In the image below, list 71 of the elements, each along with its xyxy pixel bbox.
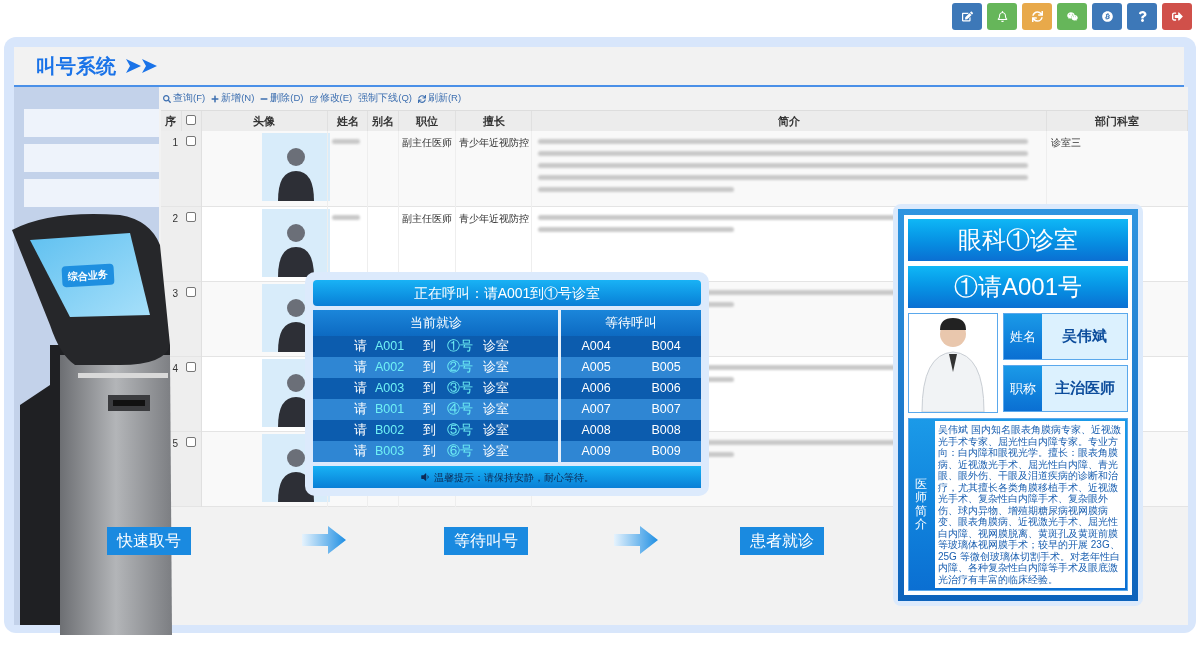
field-label: 姓名 — [1004, 314, 1042, 359]
step-label: 快速取号 — [107, 527, 191, 555]
row-number: 1 — [161, 131, 182, 206]
blurred-text-drawing — [332, 214, 360, 220]
doctor-intro: 吴伟斌 国内知名眼表角膜病专家、近视激光手术专家、屈光性白内障专家。专业方向：白内障和眼视光学。擅长：眼表角膜病、近视激光手术、屈光性白内障、青光眼、眼外伤、干眼及泪道疾病的诊断和治疗，尤其擅长各类角膜移植手术、近视激光手术、复杂性白内障手术、复杂眼外伤、球内异物、增殖期糖尿病视网膜病变、眼表角膜病、近视激光手术、屈光性白内障、视网膜脱离、黄斑孔及黄斑前膜等玻璃体视网膜手术；较早的开展 23G、25G 等微创玻璃体切割手术。对老年性白内障、各种复杂性白内障等手术及眼底激光治疗有丰富的临床经验。 — [935, 421, 1125, 588]
checkbox[interactable] — [186, 361, 196, 372]
checkbox[interactable] — [186, 136, 196, 146]
table-cell: 副主任医师 — [401, 212, 452, 224]
toolbar-button[interactable]: 查询(F) — [163, 91, 206, 106]
row-number: 2 — [161, 206, 182, 281]
edit-icon — [961, 11, 973, 22]
intro-label: 医师简介 — [915, 478, 927, 531]
now-calling-banner: 正在呼叫：请A001到①号诊室 — [313, 280, 701, 306]
refresh-icon — [417, 94, 426, 103]
call-number: ①请A001号 — [908, 266, 1128, 308]
waiting-row: A006 B006 — [561, 378, 701, 399]
help-button[interactable] — [1127, 3, 1157, 30]
chat-button[interactable] — [1057, 3, 1087, 30]
bitcoin-icon — [1101, 11, 1113, 22]
arrow-icon — [302, 526, 346, 554]
edit-button[interactable] — [952, 3, 982, 30]
toolbar-button[interactable]: 新增(N) — [211, 91, 255, 106]
blurred-text-drawing — [332, 139, 360, 144]
bitcoin-button[interactable] — [1092, 3, 1122, 30]
waiting-row: A004 B004 — [561, 336, 701, 357]
checkbox[interactable] — [186, 436, 196, 447]
toolbar-button[interactable]: 刷新(R) — [417, 91, 462, 106]
photo-placeholder — [261, 133, 330, 201]
queue-row: 请 A003 到 ③号 诊室 — [313, 378, 558, 399]
bell-icon — [996, 11, 1008, 22]
step-label: 患者就诊 — [740, 527, 824, 555]
table-cell: 副主任医师 — [401, 137, 452, 148]
checkbox[interactable] — [186, 286, 196, 297]
room-title: 眼科①诊室 — [908, 219, 1128, 261]
queue-row: 请 A002 到 ②号 诊室 — [313, 357, 558, 378]
toolbar-button[interactable]: 修改(E) — [309, 91, 353, 106]
bell-button[interactable] — [987, 3, 1017, 30]
checkbox[interactable] — [186, 211, 196, 222]
queue-row: 请 B003 到 ⑥号 诊室 — [313, 441, 558, 462]
search-icon — [163, 94, 171, 103]
double-arrow-icon — [126, 59, 158, 73]
arrow-icon — [614, 526, 658, 554]
toolbar-button[interactable]: 强制下线(Q) — [358, 91, 412, 106]
chat-icon — [1066, 11, 1078, 22]
plus-icon — [211, 94, 220, 103]
waiting-row: A007 B007 — [561, 399, 701, 420]
table-cell: 诊室三 — [1050, 137, 1081, 148]
step-label: 等待叫号 — [444, 527, 528, 555]
checkbox[interactable] — [186, 114, 197, 125]
refresh-icon — [1031, 11, 1043, 22]
logout-icon — [1171, 11, 1183, 22]
doctor-name: 吴伟斌 — [1042, 314, 1127, 359]
queue-row: 请 B001 到 ④号 诊室 — [313, 399, 558, 420]
logout-button[interactable] — [1162, 3, 1192, 30]
queue-row: 请 B002 到 ⑤号 诊室 — [313, 420, 558, 441]
tip-text: 温馨提示：请保持安静，耐心等待。 — [434, 470, 594, 485]
toolbar-button[interactable]: 删除(D) — [260, 91, 304, 106]
field-label: 职称 — [1004, 366, 1042, 411]
queue-row: 请 A001 到 ①号 诊室 — [313, 336, 558, 357]
waiting-row: A009 B009 — [561, 441, 701, 462]
speaker-icon — [420, 472, 430, 482]
column-header: 等待呼叫 — [561, 310, 701, 336]
doctor-title: 主治医师 — [1042, 366, 1127, 411]
table-cell: 青少年近视防控 — [459, 212, 530, 224]
waiting-row: A008 B008 — [561, 420, 701, 441]
table-cell: 青少年近视防控 — [459, 137, 530, 148]
waiting-row: A005 B005 — [561, 357, 701, 378]
help-icon — [1136, 11, 1148, 22]
app-title: 叫号系统 — [36, 54, 116, 79]
column-header: 当前就诊 — [313, 310, 558, 336]
edit-icon — [309, 94, 318, 103]
